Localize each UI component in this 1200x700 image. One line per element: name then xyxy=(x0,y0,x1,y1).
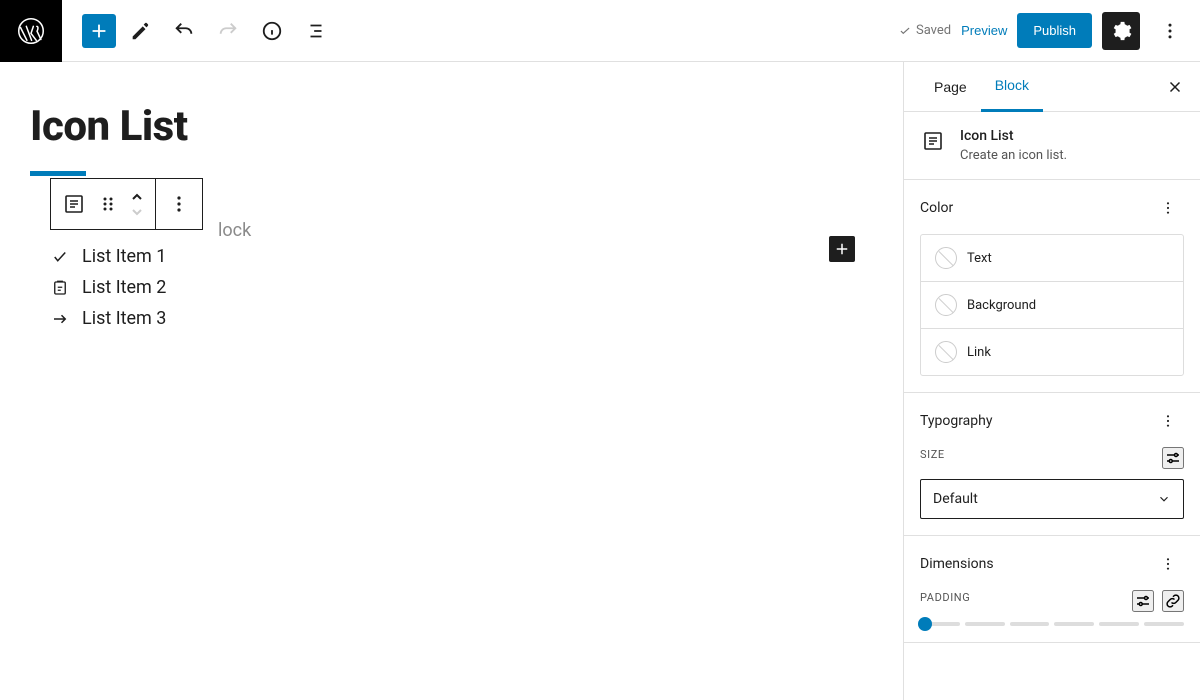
list-item-text: List Item 1 xyxy=(82,246,166,267)
typography-panel: Typography Size Default xyxy=(904,393,1200,536)
block-wrapper: lock List Item 1 List Item 2 List Item 3 xyxy=(30,206,873,329)
icon-list-icon xyxy=(920,128,946,154)
list-item[interactable]: List Item 2 xyxy=(50,277,853,298)
accent-divider xyxy=(30,171,86,176)
padding-slider[interactable] xyxy=(920,622,1184,626)
block-placeholder-text: lock xyxy=(218,220,251,241)
list-item-text: List Item 3 xyxy=(82,308,166,329)
kebab-icon xyxy=(1160,200,1176,216)
color-row-text[interactable]: Text xyxy=(921,235,1183,281)
outline-button[interactable] xyxy=(296,11,336,51)
wordpress-logo[interactable] xyxy=(0,0,62,62)
move-down-button[interactable] xyxy=(125,204,149,219)
sliders-icon xyxy=(1164,449,1182,467)
typography-panel-menu[interactable] xyxy=(1160,409,1184,433)
settings-sidebar: Page Block Icon List Create an icon list… xyxy=(903,62,1200,700)
size-label: Size xyxy=(920,448,945,461)
color-label: Text xyxy=(967,251,992,266)
kebab-icon xyxy=(1160,21,1180,41)
color-label: Link xyxy=(967,345,991,360)
options-button[interactable] xyxy=(1150,11,1190,51)
topbar: Saved Preview Publish xyxy=(0,0,1200,62)
panel-heading: Typography xyxy=(920,413,992,429)
color-panel: Color Text Background Link xyxy=(904,180,1200,393)
preview-button[interactable]: Preview xyxy=(961,23,1007,38)
dimensions-panel-menu[interactable] xyxy=(1160,552,1184,576)
block-title: Icon List xyxy=(960,128,1067,144)
list-item-text: List Item 2 xyxy=(82,277,166,298)
move-up-button[interactable] xyxy=(125,189,149,204)
block-toolbar xyxy=(50,178,203,230)
dimensions-panel: Dimensions Padding xyxy=(904,536,1200,643)
size-settings-icon[interactable] xyxy=(1162,447,1184,469)
add-block-inline-button[interactable] xyxy=(829,236,855,262)
redo-button[interactable] xyxy=(208,11,248,51)
slider-handle[interactable] xyxy=(918,617,932,631)
chevron-down-icon xyxy=(1157,492,1171,506)
tab-page[interactable]: Page xyxy=(920,62,981,112)
check-icon xyxy=(50,248,70,266)
arrow-right-icon xyxy=(50,310,70,328)
drag-handle-icon[interactable] xyxy=(91,187,125,221)
close-icon xyxy=(1166,78,1184,96)
saved-status: Saved xyxy=(898,23,951,38)
color-panel-menu[interactable] xyxy=(1160,196,1184,220)
check-icon xyxy=(898,24,912,38)
page-title[interactable]: Icon List xyxy=(30,102,873,151)
color-label: Background xyxy=(967,298,1036,313)
gear-icon xyxy=(1110,20,1132,42)
color-swatch-none xyxy=(935,341,957,363)
kebab-icon xyxy=(1160,413,1176,429)
panel-heading: Dimensions xyxy=(920,556,994,572)
color-row-background[interactable]: Background xyxy=(921,281,1183,328)
select-value: Default xyxy=(933,491,978,507)
close-sidebar-button[interactable] xyxy=(1166,78,1184,96)
kebab-icon xyxy=(1160,556,1176,572)
list-item[interactable]: List Item 3 xyxy=(50,308,853,329)
info-button[interactable] xyxy=(252,11,292,51)
block-type-icon[interactable] xyxy=(57,187,91,221)
color-swatch-none xyxy=(935,294,957,316)
sidebar-tabs: Page Block xyxy=(904,62,1200,112)
link-icon xyxy=(1164,592,1182,610)
padding-sliders-icon[interactable] xyxy=(1132,590,1154,612)
block-info-panel: Icon List Create an icon list. xyxy=(904,112,1200,180)
tab-block[interactable]: Block xyxy=(981,62,1043,112)
list-item[interactable]: List Item 1 xyxy=(50,246,853,267)
undo-button[interactable] xyxy=(164,11,204,51)
add-block-button[interactable] xyxy=(82,14,116,48)
color-row-link[interactable]: Link xyxy=(921,328,1183,375)
panel-heading: Color xyxy=(920,200,953,216)
edit-mode-icon[interactable] xyxy=(120,11,160,51)
block-description: Create an icon list. xyxy=(960,148,1067,163)
padding-link-icon[interactable] xyxy=(1162,590,1184,612)
color-swatch-none xyxy=(935,247,957,269)
sliders-icon xyxy=(1134,592,1152,610)
publish-button[interactable]: Publish xyxy=(1017,13,1092,48)
assignment-icon xyxy=(50,279,70,297)
editor-canvas: Icon List xyxy=(0,62,903,700)
padding-label: Padding xyxy=(920,591,970,604)
font-size-select[interactable]: Default xyxy=(920,479,1184,519)
settings-button[interactable] xyxy=(1102,12,1140,50)
block-options-button[interactable] xyxy=(162,187,196,221)
